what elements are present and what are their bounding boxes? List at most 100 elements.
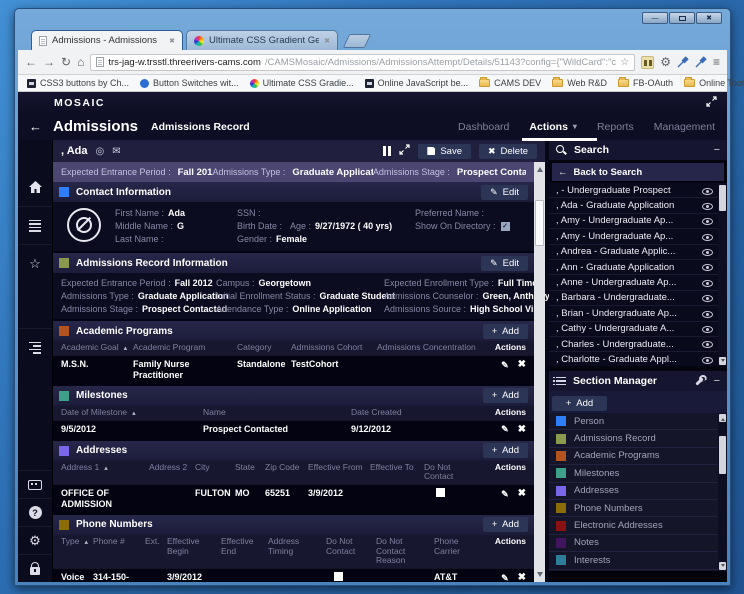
column-header[interactable]: Date of Milestone▴	[61, 408, 199, 418]
sidebar-item-settings[interactable]: ⚙	[18, 526, 52, 554]
eye-icon[interactable]	[702, 185, 713, 196]
expand-icon[interactable]	[399, 142, 410, 160]
search-result-item[interactable]: , Ann - Graduate Application	[549, 260, 727, 275]
scroll-down-icon[interactable]	[719, 357, 726, 365]
minimize-button[interactable]: —	[642, 12, 668, 24]
column-header[interactable]: Admissions Concentration	[377, 343, 482, 353]
sidebar-item-help[interactable]: ?	[18, 498, 52, 526]
scrollbar-thumb[interactable]	[535, 200, 544, 246]
edit-button[interactable]: ✎Edit	[481, 185, 528, 200]
scroll-up-icon[interactable]	[719, 414, 726, 422]
back-arrow-icon[interactable]: ←	[18, 119, 53, 134]
section-manager-item[interactable]: Interests	[549, 552, 727, 569]
extension-badge-icon[interactable]	[641, 56, 654, 69]
column-header[interactable]: Zip Code	[265, 463, 304, 473]
section-manager-item[interactable]: Notes	[549, 535, 727, 552]
show-on-directory-checkbox[interactable]: ✓	[501, 222, 510, 231]
column-header[interactable]: Do Not Contact Reason	[376, 537, 430, 566]
forward-icon[interactable]: →	[43, 56, 55, 68]
column-header[interactable]: Effective End	[221, 537, 264, 557]
eyedropper-icon[interactable]	[677, 56, 689, 68]
bookmark-folder[interactable]: Web R&D	[552, 78, 607, 88]
tab-close-icon[interactable]: ✖	[324, 37, 330, 45]
edit-row-icon[interactable]: ✎	[501, 360, 509, 371]
do-not-contact-checkbox[interactable]	[334, 572, 343, 581]
section-manager-item[interactable]: Milestones	[549, 465, 727, 482]
edit-button[interactable]: ✎Edit	[481, 256, 528, 271]
eye-icon[interactable]	[702, 262, 713, 273]
nav-reports[interactable]: Reports	[597, 121, 634, 133]
search-result-item[interactable]: , Charlotte - Graduate Appl...	[549, 352, 727, 366]
column-header[interactable]: Phone #	[93, 537, 141, 547]
bookmark-folder[interactable]: Online Tools	[684, 78, 744, 88]
columns-toggle-icon[interactable]	[383, 146, 391, 156]
edit-row-icon[interactable]: ✎	[501, 424, 509, 435]
section-manager-item[interactable]: Academic Programs	[549, 448, 727, 465]
search-result-item[interactable]: , Andrea - Graduate Applic...	[549, 245, 727, 260]
eye-icon[interactable]	[702, 339, 713, 350]
eye-icon[interactable]	[702, 216, 713, 227]
bookmark-star-icon[interactable]: ☆	[620, 57, 629, 68]
add-button[interactable]: +Add	[483, 517, 528, 532]
eye-icon[interactable]	[702, 293, 713, 304]
column-header[interactable]: Address 1▴	[61, 463, 145, 473]
column-header[interactable]: Academic Program	[133, 343, 233, 353]
column-header[interactable]: Phone Carrier	[434, 537, 482, 557]
eye-icon[interactable]	[702, 324, 713, 335]
save-button[interactable]: Save	[418, 144, 471, 159]
column-header[interactable]: City	[195, 463, 231, 473]
search-result-item[interactable]: , Amy - Undergraduate Ap...	[549, 229, 727, 244]
bookmark-item[interactable]: Button Switches wit...	[140, 78, 239, 88]
scroll-down-icon[interactable]	[719, 562, 726, 570]
delete-row-icon[interactable]: ✖	[518, 572, 526, 582]
sidebar-item-menu[interactable]	[18, 206, 52, 244]
column-header[interactable]: Address Timing	[268, 537, 322, 557]
table-row[interactable]: OFFICE OF ADMISSION FULTON MO 65251 3/9/…	[53, 484, 534, 513]
section-manager-item[interactable]: Person	[549, 413, 727, 430]
column-header[interactable]: Do Not Contact	[424, 463, 482, 483]
collapse-icon[interactable]: −	[714, 376, 720, 387]
column-header[interactable]: Date Created	[351, 408, 482, 418]
target-icon[interactable]: ◎	[96, 146, 105, 157]
bookmark-folder[interactable]: FB-OAuth	[618, 78, 673, 88]
delete-row-icon[interactable]: ✖	[518, 488, 526, 500]
tab-admissions[interactable]: Admissions - Admissions ✖	[31, 30, 183, 50]
sidebar-item-favorites[interactable]: ☆	[18, 244, 52, 282]
edit-row-icon[interactable]: ✎	[501, 489, 509, 500]
column-header[interactable]: Admissions Cohort	[291, 343, 373, 353]
table-row[interactable]: 9/5/2012 Prospect Contacted 9/12/2012 ✎✖	[53, 420, 534, 439]
scroll-up-icon[interactable]	[537, 164, 543, 172]
window-titlebar[interactable]: — ✖	[18, 9, 727, 27]
column-header[interactable]: Type▴	[61, 537, 89, 547]
sidebar-item-outline[interactable]	[18, 328, 52, 366]
section-manager-item[interactable]	[549, 570, 727, 571]
do-not-contact-checkbox[interactable]	[436, 488, 445, 497]
search-result-item[interactable]: , Brian - Undergraduate Ap...	[549, 306, 727, 321]
close-button[interactable]: ✖	[696, 12, 722, 24]
menu-icon[interactable]: ≡	[713, 56, 720, 68]
eye-icon[interactable]	[702, 200, 713, 211]
sidebar-item-home[interactable]	[18, 168, 52, 206]
column-header[interactable]: State	[235, 463, 261, 473]
reload-icon[interactable]: ↻	[61, 56, 71, 68]
wrench-icon[interactable]	[695, 375, 707, 387]
table-row[interactable]: M.S.N. Family Nurse Practitioner Standal…	[53, 355, 534, 384]
collapse-icon[interactable]: −	[714, 145, 720, 156]
column-header[interactable]: Academic Goal▴	[61, 343, 129, 353]
column-header[interactable]: Name	[203, 408, 347, 418]
mail-icon[interactable]: ✉	[112, 146, 120, 157]
eye-icon[interactable]	[702, 277, 713, 288]
search-result-item[interactable]: , - Undergraduate Prospect	[549, 183, 727, 198]
tab-close-icon[interactable]: ✖	[169, 37, 175, 45]
column-header[interactable]: Effective To	[370, 463, 420, 473]
search-result-item[interactable]: , Charles - Undergraduate...	[549, 337, 727, 352]
results-scrollbar[interactable]	[718, 183, 727, 366]
edit-row-icon[interactable]: ✎	[501, 573, 509, 582]
column-header[interactable]: Address 2	[149, 463, 191, 473]
address-bar[interactable]: trs-jag-w.trsstl.threerivers-cams.com /C…	[90, 54, 635, 71]
delete-row-icon[interactable]: ✖	[518, 424, 526, 436]
add-button[interactable]: +Add	[483, 388, 528, 403]
scrollbar-thumb[interactable]	[719, 185, 726, 211]
column-header[interactable]: Effective Begin	[167, 537, 217, 557]
sidebar-item-lock[interactable]	[18, 554, 52, 582]
